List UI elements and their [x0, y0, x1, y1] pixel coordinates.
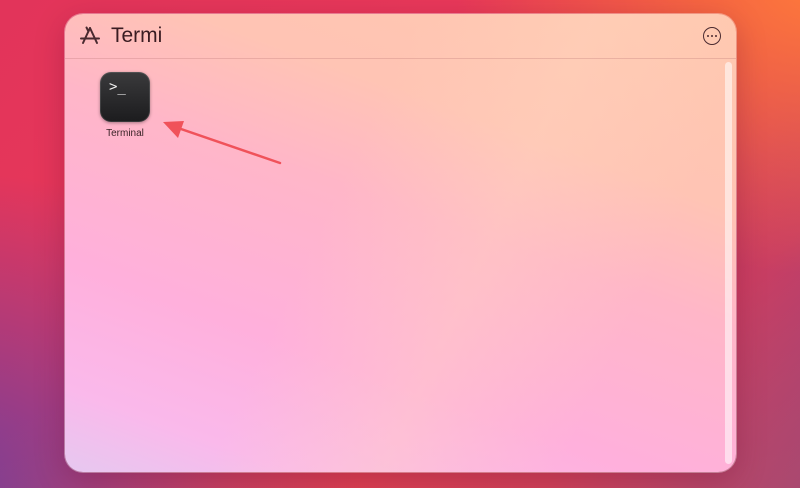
arrow-shaft — [176, 126, 282, 165]
arrow-head — [163, 121, 184, 138]
desktop-wallpaper: >_ Terminal — [0, 0, 800, 488]
annotation-arrow-icon — [163, 121, 282, 165]
